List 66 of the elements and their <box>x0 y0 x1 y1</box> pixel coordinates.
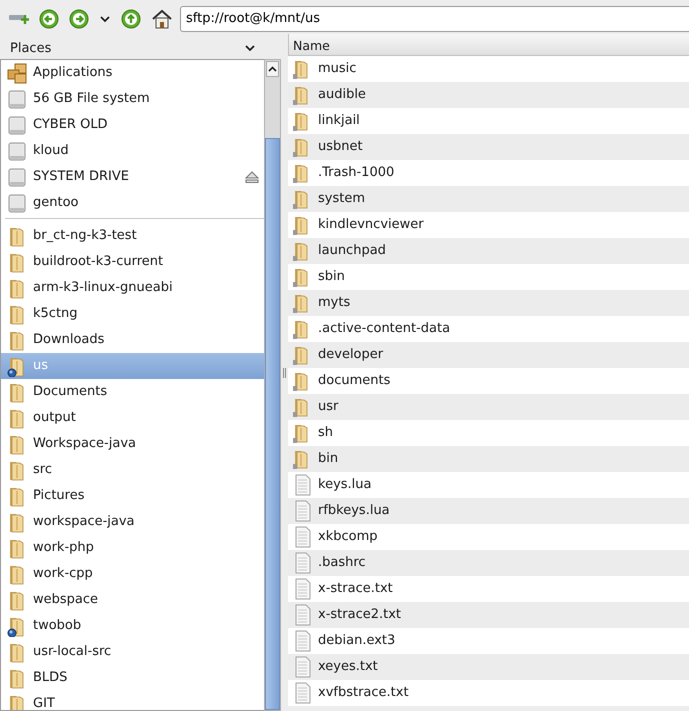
file-name[interactable]: sbin <box>318 267 345 287</box>
sidebar-item[interactable]: buildroot-k3-current <box>1 249 264 275</box>
file-name[interactable]: myts <box>318 293 350 313</box>
sidebar-item[interactable]: gentoo <box>1 190 264 216</box>
column-header[interactable]: Name <box>288 34 689 56</box>
file-name[interactable]: x-strace.txt <box>318 579 393 599</box>
file-name[interactable]: usbnet <box>318 137 363 157</box>
chevron-down-icon[interactable] <box>244 44 256 52</box>
drive-icon <box>7 192 27 214</box>
sidebar-item[interactable]: CYBER OLD <box>1 112 264 138</box>
file-name[interactable]: xvfbstrace.txt <box>318 683 409 703</box>
sidebar-item[interactable]: Pictures <box>1 483 264 509</box>
drive-icon <box>7 88 27 110</box>
file-name[interactable]: xeyes.txt <box>318 657 378 677</box>
drive-icon <box>7 140 27 162</box>
file-name[interactable]: linkjail <box>318 111 360 131</box>
file-name[interactable]: xkbcomp <box>318 527 378 547</box>
file-name[interactable]: .bashrc <box>318 553 366 573</box>
sidebar-item[interactable]: Workspace-java <box>1 431 264 457</box>
add-bookmark-icon <box>9 14 29 24</box>
sidebar-item[interactable]: br_ct-ng-k3-test <box>1 223 264 249</box>
file-name[interactable]: launchpad <box>318 241 386 261</box>
back-icon <box>39 8 59 28</box>
sidebar-item[interactable]: Documents <box>1 379 264 405</box>
splitter-grip-icon[interactable] <box>283 368 286 378</box>
up-icon <box>121 8 141 28</box>
sidebar-item[interactable]: usr-local-src <box>1 639 264 665</box>
sidebar-item[interactable]: twobob <box>1 613 264 639</box>
sidebar-item[interactable]: work-cpp <box>1 561 264 587</box>
file-name[interactable]: debian.ext3 <box>318 631 396 651</box>
file-name[interactable]: .Trash-1000 <box>318 163 394 183</box>
applications-icon <box>7 62 27 84</box>
home-icon <box>151 8 173 30</box>
history-dropdown-icon <box>99 14 111 22</box>
scrollbar[interactable] <box>264 59 281 711</box>
sidebar-item[interactable]: Downloads <box>1 327 264 353</box>
address-field[interactable]: sftp://root@k/mnt/us <box>180 6 689 32</box>
file-name[interactable]: bin <box>318 449 338 469</box>
sidebar-item[interactable]: output <box>1 405 264 431</box>
file-name[interactable]: keys.lua <box>318 475 372 495</box>
places-title: Places <box>10 40 52 58</box>
file-name[interactable]: sh <box>318 423 334 443</box>
sidebar-item[interactable]: webspace <box>1 587 264 613</box>
sidebar-item[interactable]: workspace-java <box>1 509 264 535</box>
sidebar-item[interactable]: kloud <box>1 138 264 164</box>
sidebar-item[interactable]: SYSTEM DRIVE <box>1 164 264 190</box>
sidebar-item[interactable]: 56 GB File system <box>1 86 264 112</box>
file-name[interactable]: documents <box>318 371 390 391</box>
drive-icon <box>7 166 27 188</box>
sidebar-item[interactable]: k5ctng <box>1 301 264 327</box>
sidebar-item[interactable]: arm-k3-linux-gnueabi <box>1 275 264 301</box>
file-name[interactable]: system <box>318 189 365 209</box>
file-name[interactable]: music <box>318 59 356 79</box>
file-name[interactable]: developer <box>318 345 384 365</box>
sidebar-item[interactable]: GIT <box>1 691 264 710</box>
sidebar-item[interactable]: BLDS <box>1 665 264 691</box>
file-name[interactable]: usr <box>318 397 338 417</box>
file-name[interactable]: audible <box>318 85 366 105</box>
forward-icon <box>69 8 89 28</box>
eject-icon[interactable] <box>244 171 260 183</box>
sidebar-item[interactable]: Applications <box>1 60 264 86</box>
sidebar-item[interactable]: work-php <box>1 535 264 561</box>
drive-icon <box>7 114 27 136</box>
sidebar-item[interactable]: src <box>1 457 264 483</box>
file-name[interactable]: x-strace2.txt <box>318 605 402 625</box>
file-name[interactable]: rfbkeys.lua <box>318 501 390 521</box>
